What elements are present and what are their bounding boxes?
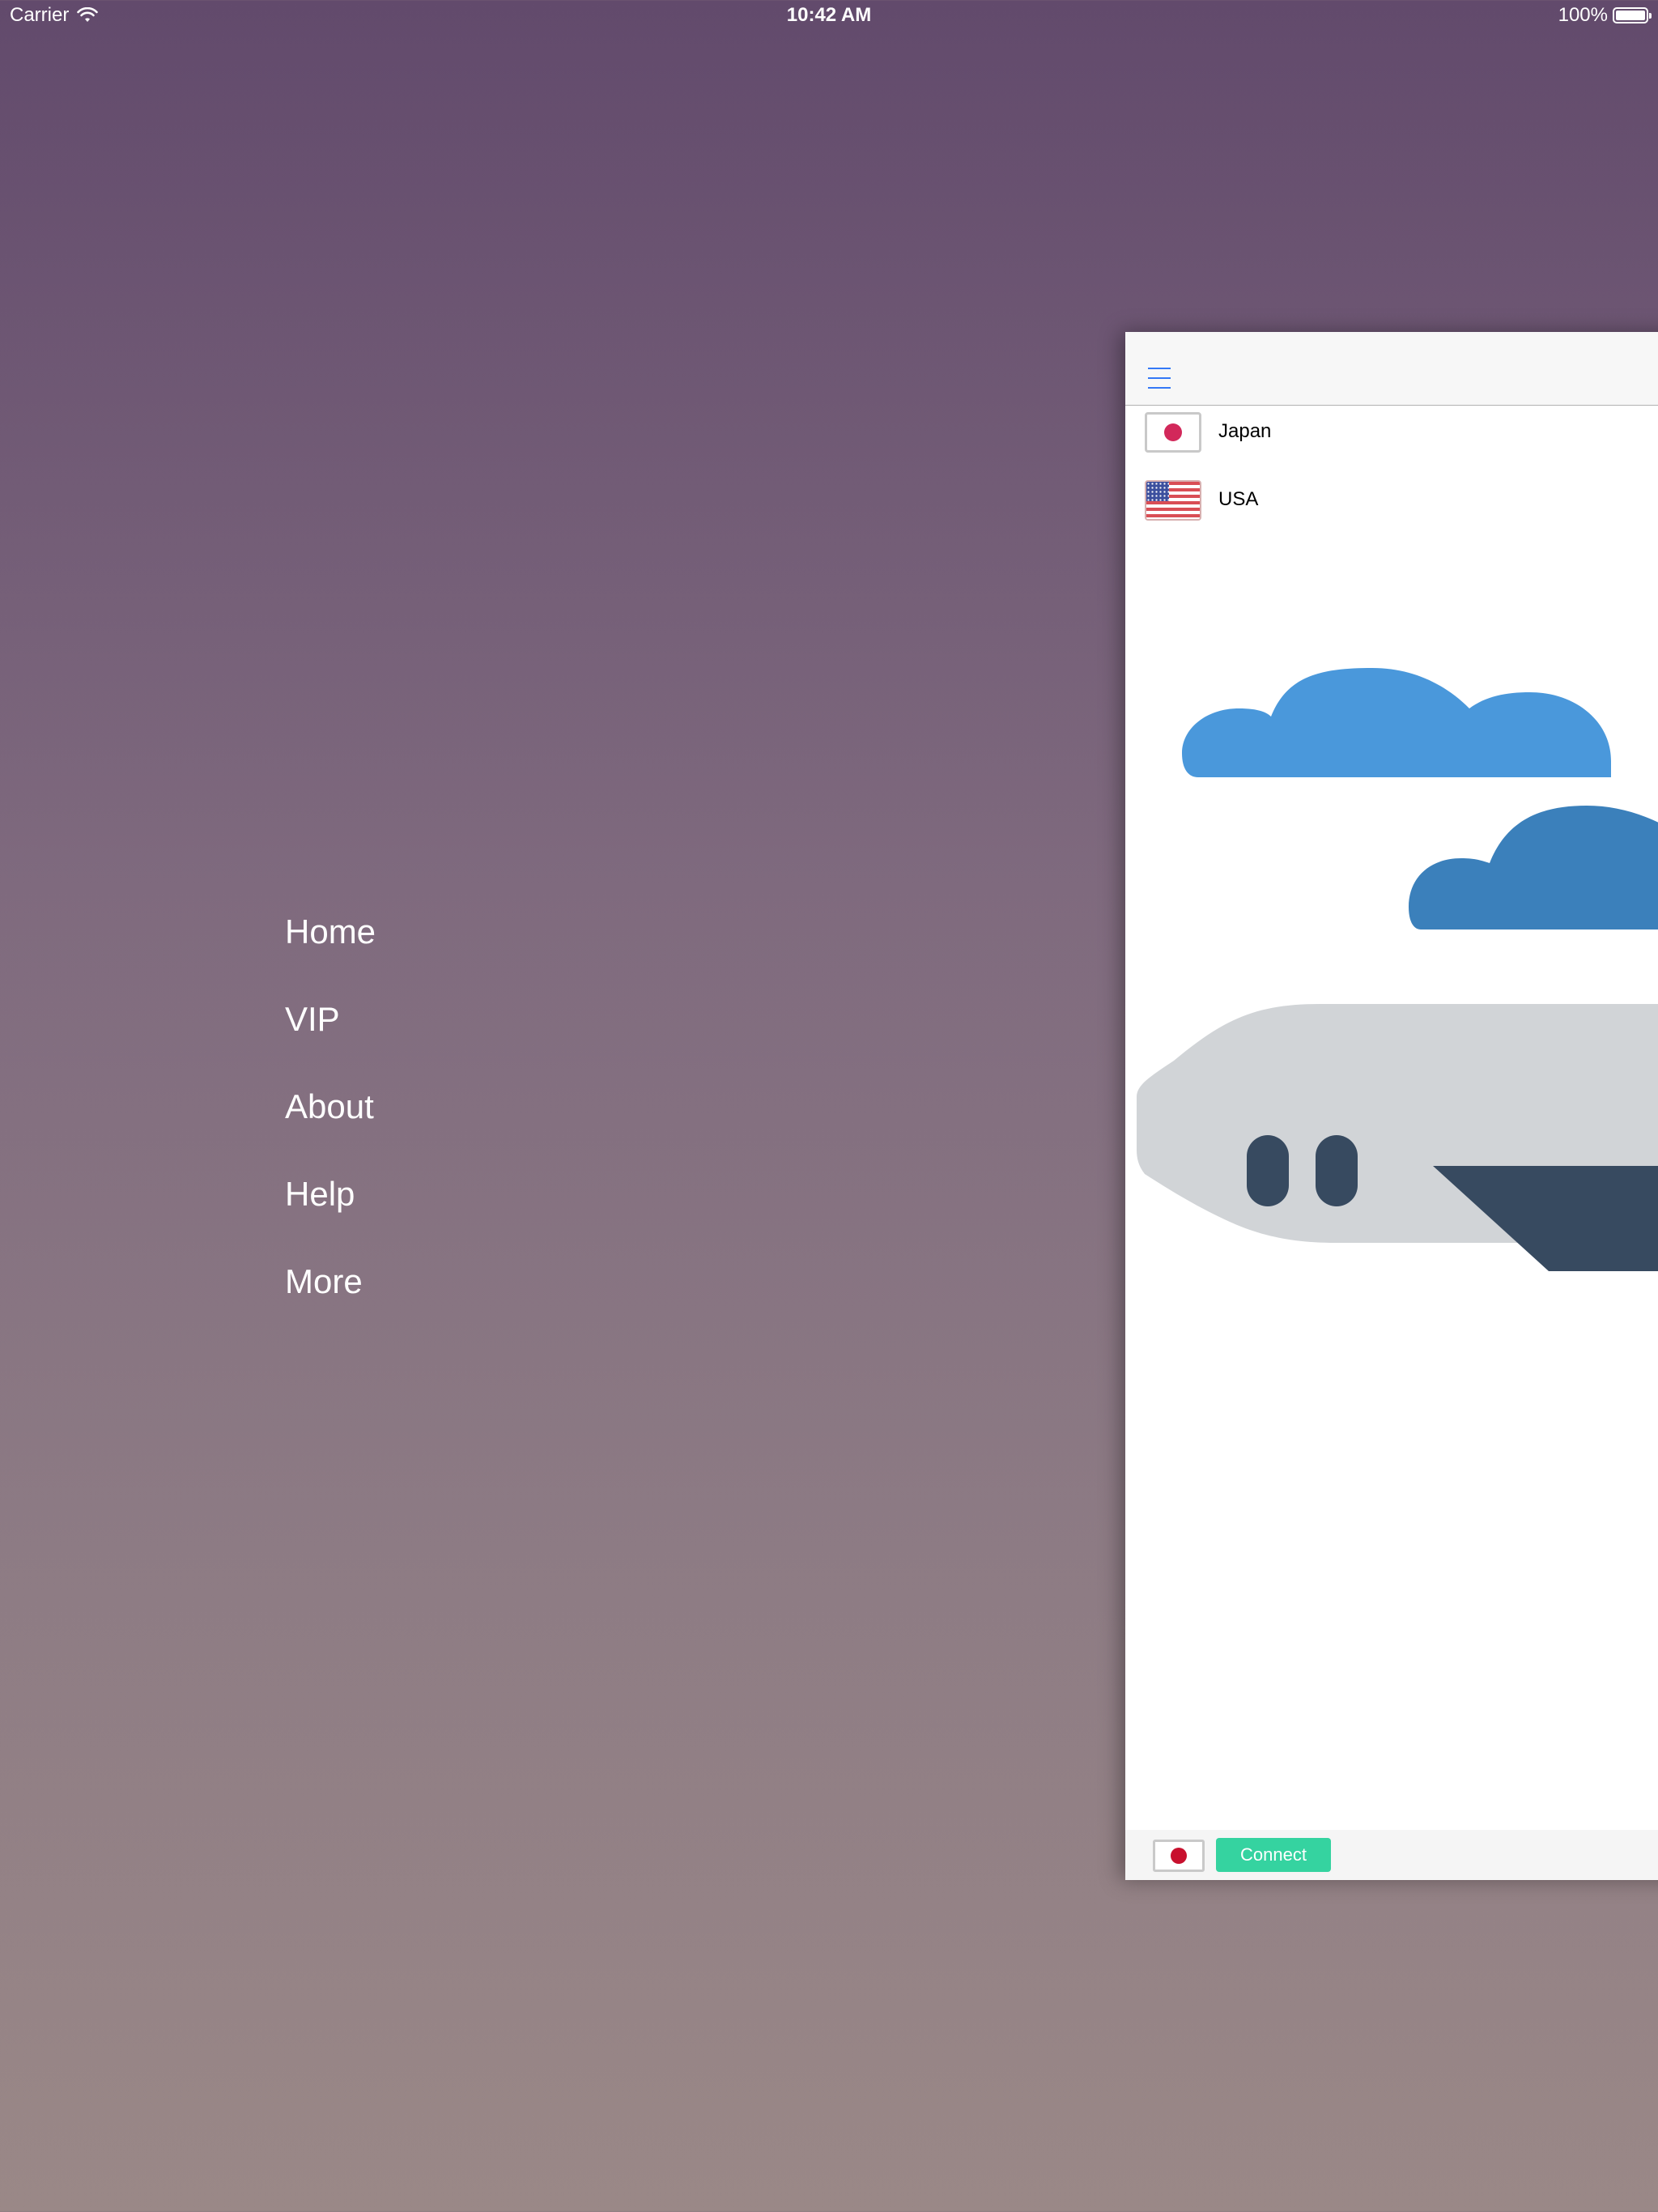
- server-list: Japan USA: [1125, 406, 1658, 542]
- battery-icon: [1613, 7, 1652, 23]
- status-time: 10:42 AM: [786, 4, 872, 26]
- server-name: USA: [1218, 488, 1259, 510]
- server-row-japan[interactable]: Japan: [1125, 406, 1658, 474]
- japan-flag-icon[interactable]: [1153, 1840, 1205, 1872]
- main-panel[interactable]: Japan USA Connect: [1125, 332, 1658, 1880]
- travel-illustration: [1137, 668, 1658, 1271]
- menu-item-help[interactable]: Help: [285, 1165, 376, 1253]
- connect-button[interactable]: Connect: [1216, 1838, 1331, 1872]
- menu-item-vip[interactable]: VIP: [285, 990, 376, 1078]
- side-menu: Home VIP About Help More: [285, 903, 376, 1340]
- navigation-bar: [1125, 332, 1658, 406]
- battery-percent: 100%: [1558, 4, 1608, 26]
- bottom-bar: Connect: [1125, 1830, 1658, 1880]
- status-bar: Carrier 10:42 AM 100%: [0, 0, 1658, 32]
- japan-flag-icon: [1145, 412, 1201, 453]
- menu-item-about[interactable]: About: [285, 1078, 376, 1165]
- menu-item-home[interactable]: Home: [285, 903, 376, 990]
- server-row-usa[interactable]: USA: [1125, 474, 1658, 542]
- cloud-icon: [1409, 806, 1658, 929]
- status-right: 100%: [1558, 4, 1652, 27]
- cloud-icon: [1182, 668, 1611, 777]
- server-name: Japan: [1218, 420, 1272, 442]
- hamburger-icon[interactable]: [1148, 368, 1171, 390]
- menu-item-more[interactable]: More: [285, 1253, 376, 1340]
- usa-flag-icon: [1145, 480, 1201, 521]
